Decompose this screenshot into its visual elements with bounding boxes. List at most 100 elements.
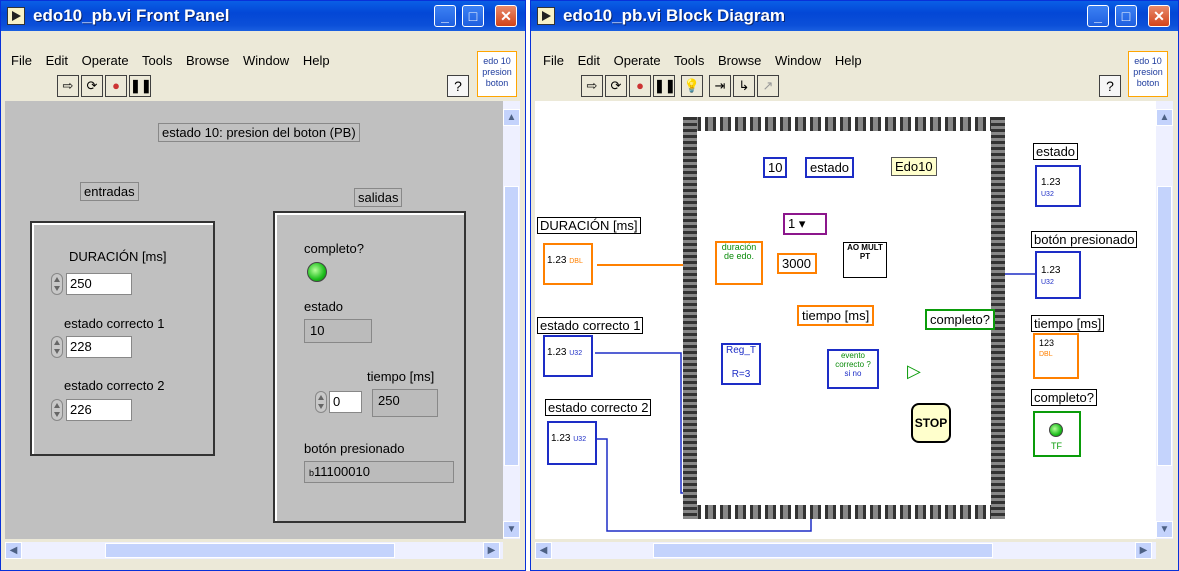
menu-edit[interactable]: Edit [578, 53, 600, 68]
menu-operate[interactable]: Operate [82, 53, 129, 68]
vi-icon-pane: edo 10 presion boton [1128, 51, 1168, 97]
ec1-control-terminal[interactable]: 1.23 U32 [543, 335, 593, 377]
boton-indicator: b11100010 [304, 461, 454, 483]
duracion-input[interactable]: 250 [66, 273, 132, 295]
menu-help[interactable]: Help [835, 53, 862, 68]
tiempo-index-glyph: 123 [1039, 338, 1055, 348]
front-horizontal-scrollbar[interactable]: ◀ ▶ [5, 542, 503, 559]
num-glyph: 1.23 [547, 255, 567, 266]
block-vertical-scrollbar[interactable]: ▲ ▼ [1156, 101, 1173, 539]
ec2-input[interactable]: 226 [66, 399, 132, 421]
menu-file[interactable]: File [11, 53, 32, 68]
menu-operate[interactable]: Operate [614, 53, 661, 68]
num-glyph: 1.23 [1041, 177, 1061, 188]
run-button[interactable]: ⇨ [57, 75, 79, 97]
sequence-filmstrip-top [683, 117, 1005, 131]
ec1-input[interactable]: 228 [66, 336, 132, 358]
estado-indicator-terminal[interactable]: 1.23 U32 [1035, 165, 1081, 207]
duracion-spinner[interactable] [51, 273, 63, 295]
scroll-down-icon[interactable]: ▼ [503, 521, 520, 538]
edo10-label: Edo10 [891, 157, 937, 176]
const-3000[interactable]: 3000 [777, 253, 817, 274]
pause-button[interactable]: ❚❚ [653, 75, 676, 97]
estado-local-variable[interactable]: estado [805, 157, 855, 178]
heading-label: estado 10: presion del boton (PB) [158, 123, 360, 142]
menu-edit[interactable]: Edit [46, 53, 68, 68]
scroll-right-icon[interactable]: ▶ [483, 542, 500, 559]
block-hscroll-thumb[interactable] [653, 543, 993, 558]
dbl-tag: DBL [1039, 351, 1053, 358]
reg-label: Reg_T [725, 345, 756, 356]
menu-browse[interactable]: Browse [718, 53, 761, 68]
minimize-button[interactable]: _ [1087, 5, 1109, 27]
maximize-button[interactable]: □ [1115, 5, 1137, 27]
abort-button[interactable]: ● [629, 75, 651, 97]
pause-button[interactable]: ❚❚ [129, 75, 152, 97]
evento-correcto-subvi[interactable]: evento correcto ? si no [827, 349, 879, 389]
help-icon[interactable]: ? [447, 75, 469, 97]
duracion-control-terminal[interactable]: 1.23 DBL [543, 243, 593, 285]
menu-window[interactable]: Window [775, 53, 821, 68]
scroll-up-icon[interactable]: ▲ [503, 109, 520, 126]
scroll-down-icon[interactable]: ▼ [1156, 521, 1173, 538]
step-into-icon[interactable]: ↳ [733, 75, 755, 97]
scroll-up-icon[interactable]: ▲ [1156, 109, 1173, 126]
const-10[interactable]: 10 [763, 157, 788, 178]
u32-tag: U32 [1041, 279, 1054, 286]
stop-terminal[interactable]: STOP [911, 403, 951, 443]
block-diagram-titlebar[interactable]: edo10_pb.vi Block Diagram _ □ ✕ [531, 1, 1178, 31]
ring-constant[interactable]: 1 ▾ [783, 213, 827, 235]
front-hscroll-thumb[interactable] [105, 543, 395, 558]
not-primitive-icon[interactable]: ▷ [907, 361, 921, 382]
tiempo-local-variable[interactable]: tiempo [ms] [797, 305, 875, 326]
front-panel-titlebar[interactable]: edo10_pb.vi Front Panel _ □ ✕ [1, 1, 525, 31]
menu-file[interactable]: File [543, 53, 564, 68]
block-vscroll-thumb[interactable] [1157, 186, 1172, 466]
close-button[interactable]: ✕ [495, 5, 517, 27]
highlight-execution-icon[interactable]: 💡 [681, 75, 703, 97]
subvi-duracion[interactable]: duración de edo. [715, 241, 763, 285]
menu-help[interactable]: Help [303, 53, 330, 68]
abort-button[interactable]: ● [105, 75, 127, 97]
outputs-label: salidas [354, 188, 403, 207]
step-out-icon[interactable]: ↗ [757, 75, 779, 97]
menu-tools[interactable]: Tools [142, 53, 172, 68]
retain-wire-values-icon[interactable]: ⇥ [709, 75, 731, 97]
scroll-left-icon[interactable]: ◀ [5, 542, 22, 559]
block-horizontal-scrollbar[interactable]: ◀ ▶ [535, 542, 1156, 559]
close-button[interactable]: ✕ [1148, 5, 1170, 27]
boton-indicator-terminal[interactable]: 1.23 U32 [1035, 251, 1081, 299]
minimize-button[interactable]: _ [434, 5, 456, 27]
menu-browse[interactable]: Browse [186, 53, 229, 68]
help-icon[interactable]: ? [1099, 75, 1121, 97]
ec2-spinner[interactable] [51, 399, 63, 421]
evento-label: evento correcto ? [835, 351, 871, 369]
ec1-spinner[interactable] [51, 336, 63, 358]
front-vscroll-thumb[interactable] [504, 186, 519, 466]
block-menubar: File Edit Operate Tools Browse Window He… [543, 53, 872, 68]
scroll-left-icon[interactable]: ◀ [535, 542, 552, 559]
menu-window[interactable]: Window [243, 53, 289, 68]
ao-mult-pt-subvi[interactable]: AO MULT PT [843, 242, 887, 278]
duracion-label: DURACIÓN [ms] [69, 249, 167, 264]
tiempo-array-index[interactable]: 0 [329, 391, 362, 413]
subvi-duracion-label: duración de edo. [721, 242, 757, 261]
menu-tools[interactable]: Tools [674, 53, 704, 68]
reg-t-subvi[interactable]: Reg_T R=3 [721, 343, 761, 385]
ec1-control-label: estado correcto 1 [537, 317, 644, 334]
run-continuously-button[interactable]: ⟳ [81, 75, 103, 97]
tiempo-indicator-terminal[interactable]: 123 DBL [1033, 333, 1079, 379]
run-button[interactable]: ⇨ [581, 75, 603, 97]
front-vertical-scrollbar[interactable]: ▲ ▼ [503, 101, 520, 539]
u32-tag: U32 [569, 350, 583, 357]
tiempo-label: tiempo [ms] [367, 369, 435, 384]
tiempo-index-spinner[interactable] [315, 391, 327, 413]
num-glyph: 1.23 [547, 347, 567, 358]
ec2-control-terminal[interactable]: 1.23 U32 [547, 421, 597, 465]
reg-r: R=3 [731, 369, 751, 380]
scroll-right-icon[interactable]: ▶ [1135, 542, 1152, 559]
completo-local-variable[interactable]: completo? [925, 309, 995, 330]
maximize-button[interactable]: □ [462, 5, 484, 27]
run-continuously-button[interactable]: ⟳ [605, 75, 627, 97]
u32-tag: U32 [1041, 191, 1054, 198]
